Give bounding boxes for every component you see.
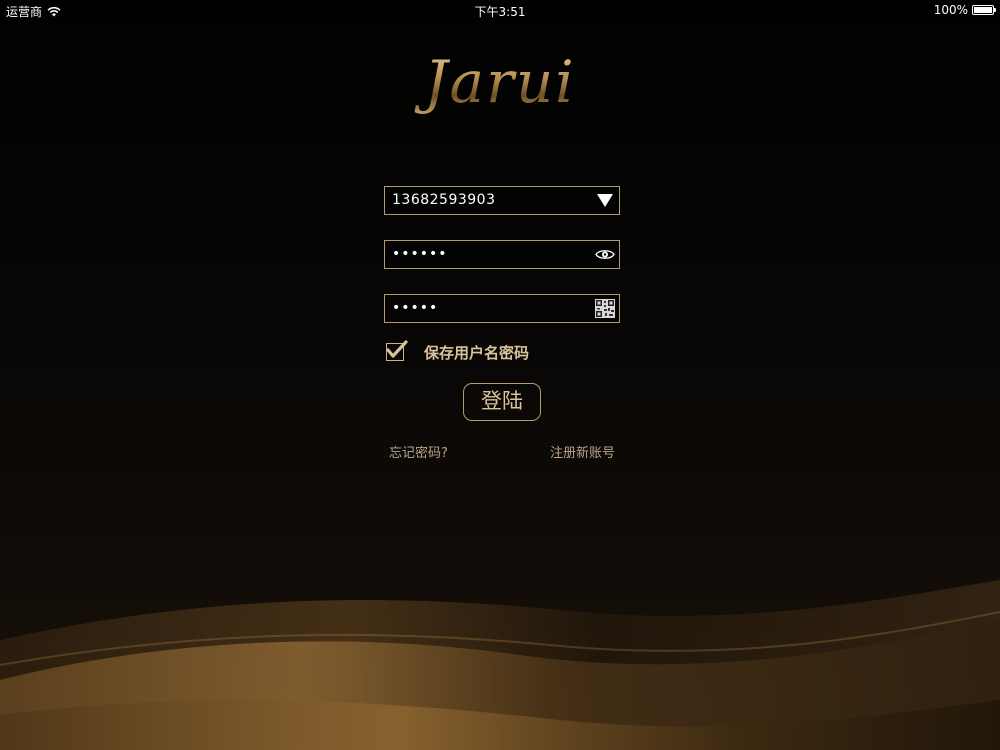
password-value: •••••• <box>392 246 448 262</box>
status-bar: 运营商 下午3:51 100% <box>0 0 1000 20</box>
forgot-password-link[interactable]: 忘记密码? <box>389 445 448 463</box>
brand-logo: Jarui <box>0 48 1000 116</box>
username-field[interactable]: 13682593903 <box>384 186 620 215</box>
status-right: 100% <box>933 3 996 17</box>
remember-checkbox[interactable] <box>386 340 408 361</box>
checkmark-icon <box>386 340 408 358</box>
login-screen: 运营商 下午3:51 100% Jarui 13682593903 •••••• <box>0 0 1000 750</box>
login-button[interactable]: 登陆 <box>463 383 541 421</box>
username-value: 13682593903 <box>392 192 496 208</box>
remember-label[interactable]: 保存用户名密码 <box>424 343 529 363</box>
captcha-value: ••••• <box>392 300 439 316</box>
password-field[interactable]: •••••• <box>384 240 620 269</box>
captcha-field[interactable]: ••••• <box>384 294 620 323</box>
triangle-down-icon[interactable] <box>595 191 615 210</box>
battery-icon <box>972 5 996 15</box>
eye-icon[interactable] <box>595 245 615 264</box>
battery-percent: 100% <box>933 3 968 17</box>
status-time: 下午3:51 <box>474 5 526 19</box>
qr-code-icon[interactable] <box>595 299 615 318</box>
battery-fill <box>974 7 992 13</box>
register-link[interactable]: 注册新账号 <box>550 445 615 463</box>
